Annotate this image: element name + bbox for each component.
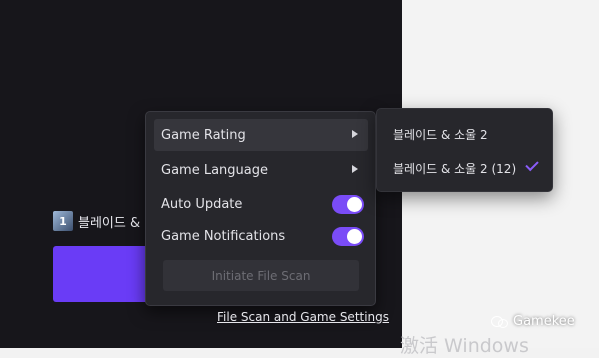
menu-item-label: Game Language: [161, 162, 268, 178]
file-scan-settings-link[interactable]: File Scan and Game Settings: [217, 310, 389, 324]
game-settings-menu: Game Rating Game Language Auto Update Ga…: [145, 111, 376, 306]
menu-item-game-rating[interactable]: Game Rating: [154, 119, 368, 151]
chevron-right-icon: [352, 165, 358, 173]
auto-update-toggle[interactable]: [332, 195, 364, 214]
game-notifications-toggle[interactable]: [332, 227, 364, 246]
menu-item-game-language[interactable]: Game Language: [154, 154, 368, 186]
game-title: 블레이드 &: [78, 215, 141, 231]
menu-item-label: Auto Update: [161, 196, 243, 212]
menu-item-auto-update: Auto Update: [154, 188, 368, 220]
menu-item-label: Game Notifications: [161, 228, 286, 244]
menu-item-label: Game Rating: [161, 127, 246, 143]
submenu-item-rating-1[interactable]: 블레이드 & 소울 2: [393, 126, 488, 143]
submenu-item-rating-2[interactable]: 블레이드 & 소울 2 (12): [393, 160, 516, 177]
initiate-file-scan-button[interactable]: Initiate File Scan: [163, 260, 359, 291]
game-rating-submenu: 블레이드 & 소울 2 블레이드 & 소울 2 (12): [376, 108, 553, 192]
play-button[interactable]: [53, 246, 153, 302]
wechat-icon: [491, 315, 508, 329]
game-title-row: 1 블레이드 &: [53, 211, 140, 231]
activate-windows-watermark: 激活 Windows: [400, 335, 529, 357]
menu-item-game-notifications: Game Notifications: [154, 220, 368, 252]
gamekee-watermark: Gamekee: [491, 314, 575, 329]
checkmark-icon: [525, 157, 539, 172]
game-icon: 1: [53, 211, 73, 231]
chevron-right-icon: [352, 130, 358, 138]
brand-label: Gamekee: [513, 314, 575, 329]
